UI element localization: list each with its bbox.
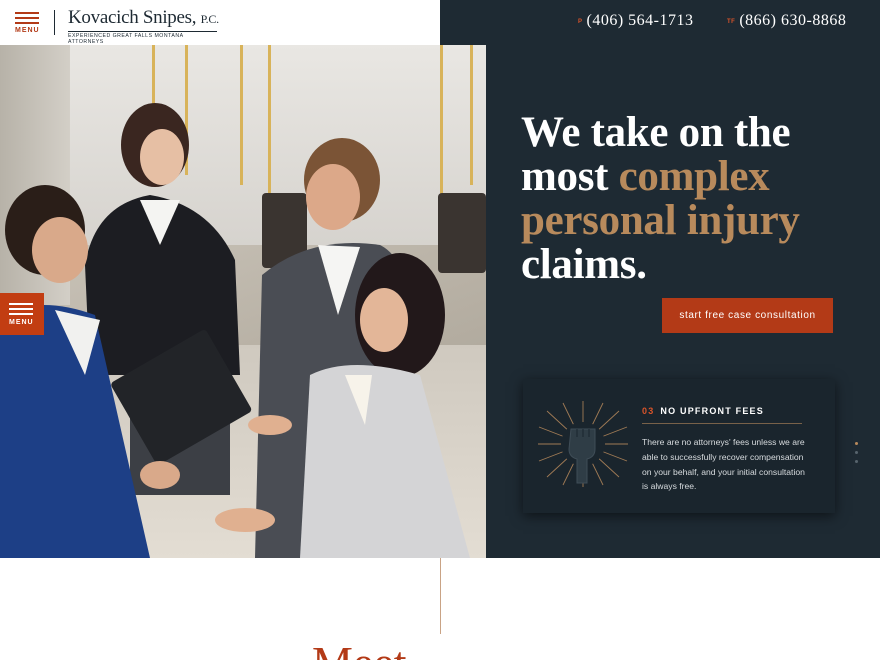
- headline-accent-2: personal injury: [521, 197, 800, 244]
- business-people-illustration: [0, 103, 470, 558]
- header-left: MENU Kovacich Snipes, P.C. EXPERIENCED G…: [0, 0, 440, 45]
- slider-dot-3[interactable]: [855, 460, 858, 463]
- phone-number: (866) 630-8868: [739, 12, 847, 29]
- card-number: 03: [642, 406, 655, 416]
- feature-card: 03 NO UPFRONT FEES There are no attorneys…: [523, 379, 835, 513]
- headline-accent-1: complex: [618, 153, 770, 200]
- logo-divider: [54, 10, 55, 35]
- phone-prefix: TF: [727, 19, 736, 25]
- hamburger-icon: [15, 17, 39, 19]
- raised-fist-icon: [538, 401, 628, 487]
- hamburger-icon: [15, 12, 39, 14]
- sidebar-menu-button[interactable]: MENU: [0, 293, 44, 335]
- site-logo[interactable]: Kovacich Snipes, P.C. EXPERIENCED GREAT …: [68, 8, 219, 45]
- section-heading: Meet: [312, 640, 572, 660]
- header-right: P (406) 564-1713 TF (866) 630-8868: [440, 0, 880, 45]
- section-divider-line: [440, 558, 441, 634]
- card-body: There are no attorneys' fees unless we a…: [642, 437, 805, 492]
- headline-line-4: claims.: [521, 241, 647, 288]
- card-title: 03 NO UPFRONT FEES: [642, 406, 764, 416]
- hamburger-icon: [9, 308, 33, 310]
- headline-line-1: We take on the: [521, 109, 791, 156]
- menu-button[interactable]: MENU: [12, 10, 42, 36]
- slider-dot-1[interactable]: [855, 442, 858, 445]
- logo-suffix: P.C.: [200, 12, 219, 26]
- phone-number: (406) 564-1713: [586, 12, 694, 29]
- slider-pagination: [855, 442, 859, 469]
- phone-toll-free[interactable]: TF (866) 630-8868: [727, 12, 846, 30]
- free-consultation-button[interactable]: start free case consultation: [662, 298, 833, 333]
- slider-dot-2[interactable]: [855, 451, 858, 454]
- phone-prefix: P: [578, 19, 583, 25]
- hero-panel: We take on the most complex personal inj…: [486, 45, 880, 558]
- hamburger-icon: [9, 313, 33, 315]
- card-title-text: NO UPFRONT FEES: [660, 406, 764, 416]
- hero-photo: MENU: [0, 45, 486, 558]
- sidebar-menu-label: MENU: [9, 319, 34, 326]
- hamburger-icon: [15, 22, 39, 24]
- card-divider: [642, 423, 802, 424]
- phone-local[interactable]: P (406) 564-1713: [578, 12, 694, 30]
- headline-line-2: most: [521, 153, 619, 200]
- logo-name: Kovacich Snipes,: [68, 7, 197, 28]
- menu-label: MENU: [15, 27, 40, 34]
- hamburger-icon: [9, 303, 33, 305]
- logo-tagline: EXPERIENCED GREAT FALLS MONTANA ATTORNEY…: [68, 31, 217, 45]
- hero-headline: We take on the most complex personal inj…: [521, 111, 861, 287]
